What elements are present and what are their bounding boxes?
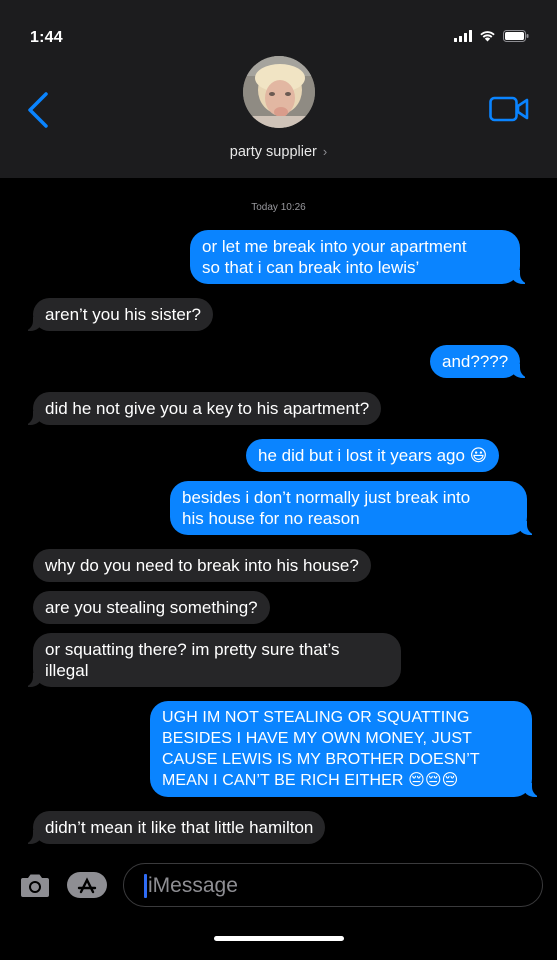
message-input[interactable]: iMessage	[123, 863, 543, 907]
home-indicator[interactable]	[214, 936, 344, 941]
status-bar: 1:44	[0, 0, 557, 60]
thread-timestamp: Today 10:26	[251, 202, 306, 213]
wifi-icon	[480, 31, 495, 42]
message-bubble-outgoing[interactable]: besides i don’t normally just break into…	[170, 481, 539, 535]
status-time: 1:44	[30, 29, 63, 46]
chevron-right-icon: ›	[322, 144, 328, 159]
compose-bar: iMessage	[0, 856, 557, 916]
status-icons	[454, 30, 529, 42]
signal-icon	[454, 30, 472, 42]
app-store-icon	[67, 872, 107, 898]
app-store-button[interactable]	[66, 871, 108, 899]
message-bubble-incoming[interactable]: aren’t you his sister?	[21, 298, 213, 331]
message-bubble-outgoing[interactable]: or let me break into your apartment so t…	[190, 230, 532, 284]
avatar-photo	[243, 56, 315, 128]
text-cursor	[144, 874, 147, 898]
message-bubble-incoming[interactable]: why do you need to break into his house?	[33, 549, 371, 582]
message-bubble-incoming[interactable]: or squatting there? im pretty sure that’…	[21, 633, 401, 687]
back-button[interactable]	[24, 90, 54, 130]
camera-button[interactable]	[18, 872, 52, 900]
message-bubble-incoming[interactable]: didn’t mean it like that little hamilton	[20, 811, 326, 844]
message-bubble-outgoing[interactable]: UGH IM NOT STEALING OR SQUATTING BESIDES…	[150, 701, 544, 797]
chevron-left-icon	[28, 92, 48, 128]
message-bubble-outgoing[interactable]: and????	[430, 345, 533, 378]
facetime-video-button[interactable]	[489, 96, 529, 122]
message-bubble-incoming[interactable]: did he not give you a key to his apartme…	[20, 392, 382, 425]
video-camera-icon	[489, 96, 529, 122]
battery-icon	[503, 30, 529, 42]
conversation-header: 1:44 party supplier ›	[0, 0, 557, 178]
message-input-placeholder: iMessage	[148, 874, 238, 897]
message-bubble-incoming[interactable]: are you stealing something?	[33, 591, 270, 624]
message-bubble-outgoing[interactable]: he did but i lost it years ago 😃	[246, 439, 500, 472]
contact-avatar[interactable]	[243, 56, 315, 128]
contact-name: party supplier	[229, 144, 317, 160]
camera-icon	[21, 874, 49, 897]
contact-name-button[interactable]: party supplier ›	[0, 144, 557, 160]
